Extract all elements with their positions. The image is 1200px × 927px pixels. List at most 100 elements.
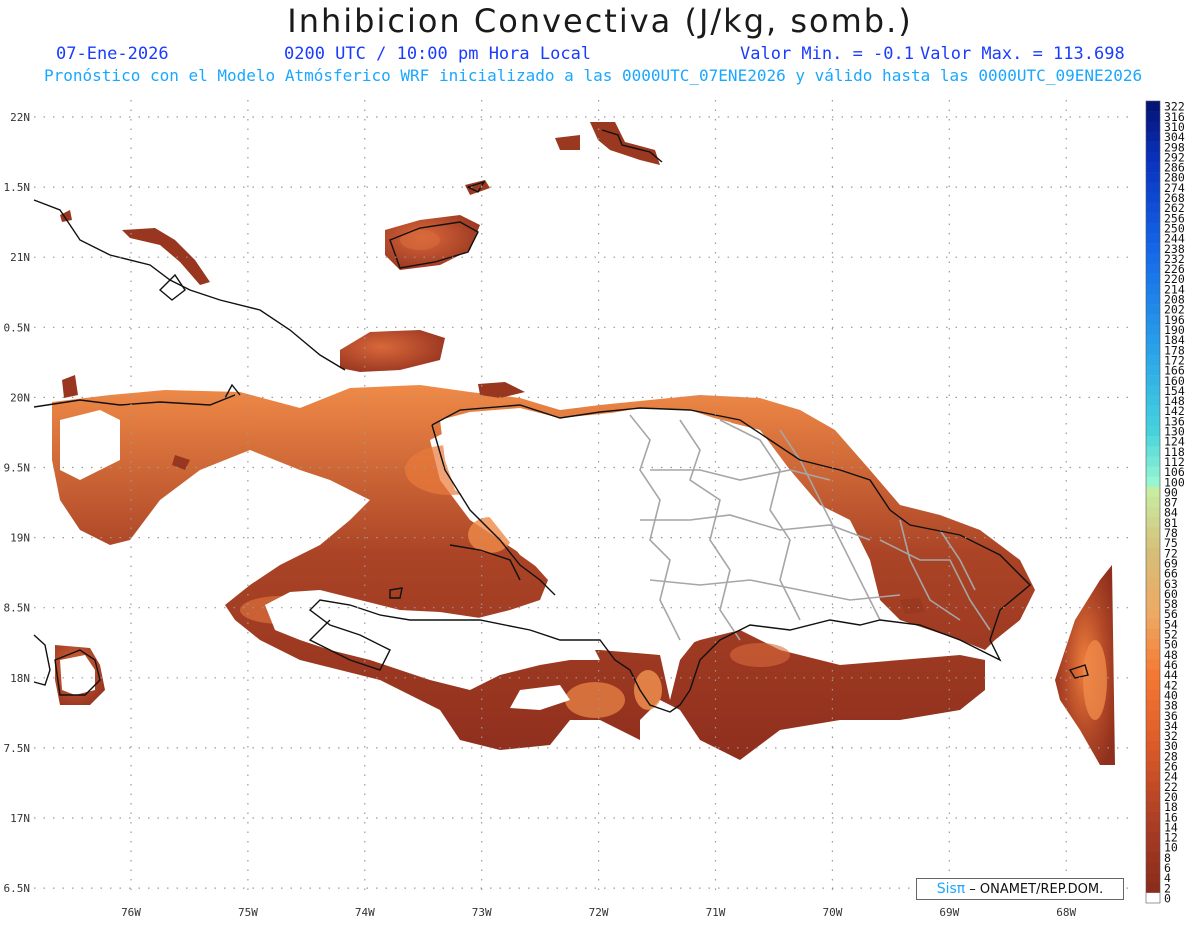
- credit-org: – ONAMET/REP.DOM.: [969, 881, 1104, 897]
- colorbar-swatch: [1146, 811, 1160, 823]
- colorbar-swatch: [1146, 304, 1160, 315]
- colorbar-swatch: [1146, 121, 1160, 132]
- colorbar-swatch: [1146, 232, 1160, 244]
- latitude-label: 18N: [10, 672, 30, 685]
- colorbar-swatch: [1146, 364, 1160, 376]
- colorbar-swatch: [1146, 679, 1160, 691]
- latitude-label: 6.5N: [4, 882, 31, 895]
- map-figure: 76W 75W 74W 73W 72W 71W 70W 69W 68W 22N 1.5N 21N 0.…: [4, 100, 1185, 919]
- colorbar-swatch: [1146, 141, 1160, 153]
- colorbar-swatch: [1146, 517, 1160, 528]
- colorbar-swatch: [1146, 699, 1160, 711]
- colorbar-swatch: [1146, 578, 1160, 589]
- colorbar-swatch: [1146, 689, 1160, 701]
- colorbar-swatch: [1146, 243, 1160, 254]
- longitude-label: 72W: [589, 906, 609, 919]
- colorbar-swatch: [1146, 354, 1160, 366]
- colorbar-label: 0: [1164, 892, 1171, 906]
- latitude-labels: 22N 1.5N 21N 0.5N 20N 9.5N 19N 8.5N 18N 7.5N 17N 6.…: [4, 111, 31, 895]
- colorbar-swatch: [1146, 273, 1160, 285]
- latitude-label: 7.5N: [4, 742, 31, 755]
- colorbar-swatch: [1146, 557, 1160, 569]
- colorbar-swatch: [1146, 882, 1160, 894]
- colorbar-swatch: [1146, 385, 1160, 396]
- colorbar-swatch: [1146, 852, 1160, 863]
- colorbar-swatch: [1146, 476, 1160, 488]
- colorbar-swatch: [1146, 151, 1160, 163]
- colorbar-swatch: [1146, 567, 1160, 579]
- colorbar-swatch: [1146, 375, 1160, 386]
- colorbar-swatch: [1146, 466, 1160, 477]
- colorbar-swatch: [1146, 507, 1160, 518]
- colorbar-swatch: [1146, 730, 1160, 741]
- longitude-labels: 76W 75W 74W 73W 72W 71W 70W 69W 68W: [121, 906, 1076, 919]
- colorbar-swatch: [1146, 598, 1160, 609]
- colorbar-swatch: [1146, 202, 1160, 213]
- colorbar-swatch: [1146, 314, 1160, 325]
- colorbar-swatch: [1146, 344, 1160, 356]
- latitude-label: 17N: [10, 812, 30, 825]
- colorbar-swatch: [1146, 801, 1160, 812]
- longitude-label: 70W: [822, 906, 842, 919]
- colorbar-swatch: [1146, 791, 1160, 802]
- colorbar-swatch: [1146, 760, 1160, 772]
- colorbar-swatch: [1146, 547, 1160, 559]
- longitude-label: 75W: [238, 906, 258, 919]
- latitude-label: 22N: [10, 111, 30, 124]
- longitude-label: 74W: [355, 906, 375, 919]
- colorbar-swatch: [1146, 618, 1160, 630]
- colorbar-swatch: [1146, 862, 1160, 873]
- colorbar-swatch: [1146, 283, 1160, 295]
- colorbar-swatch: [1146, 172, 1160, 183]
- colorbar-swatch: [1146, 527, 1160, 538]
- colorbar-swatch: [1146, 415, 1160, 427]
- colorbar-swatch: [1146, 334, 1160, 345]
- latitude-label: 21N: [10, 251, 30, 264]
- colorbar-swatch: [1146, 131, 1160, 142]
- colorbar-swatch: [1146, 608, 1160, 620]
- colorbar-swatch: [1146, 405, 1160, 417]
- colorbar-swatch: [1146, 111, 1160, 122]
- colorbar-swatch: [1146, 872, 1160, 883]
- colorbar-swatch: [1146, 456, 1160, 467]
- longitude-label: 71W: [706, 906, 726, 919]
- colorbar-swatch: [1146, 537, 1160, 548]
- longitude-label: 69W: [939, 906, 959, 919]
- colorbar-swatch: [1146, 628, 1160, 640]
- colorbar-swatch: [1146, 649, 1160, 660]
- colorbar-swatch: [1146, 659, 1160, 670]
- colorbar-swatch: [1146, 750, 1160, 762]
- colorbar-swatch: [1146, 892, 1160, 904]
- latitude-label: 8.5N: [4, 602, 31, 615]
- latitude-label: 19N: [10, 532, 30, 545]
- colorbar-swatch: [1146, 212, 1160, 224]
- colorbar-swatch: [1146, 253, 1160, 264]
- credit-brand: Sisπ: [936, 881, 966, 897]
- colorbar-swatch: [1146, 771, 1160, 782]
- colorbar-swatch: [1146, 222, 1160, 234]
- colorbar-swatch: [1146, 821, 1160, 833]
- colorbar-swatch: [1146, 588, 1160, 599]
- colorbar-swatch: [1146, 263, 1160, 274]
- longitude-label: 68W: [1056, 906, 1076, 919]
- colorbar-swatch: [1146, 781, 1160, 792]
- latitude-label: 9.5N: [4, 462, 31, 475]
- colorbar-swatch: [1146, 293, 1160, 305]
- colorbar-swatch: [1146, 436, 1160, 447]
- latitude-label: 20N: [10, 391, 30, 404]
- colorbar-swatch: [1146, 831, 1160, 843]
- colorbar-swatch: [1146, 496, 1160, 508]
- colorbar-swatch: [1146, 161, 1160, 173]
- colorbar-swatch: [1146, 842, 1160, 853]
- colorbar-swatch: [1146, 395, 1160, 406]
- colorbar-swatch: [1146, 101, 1160, 112]
- colorbar-swatch: [1146, 669, 1160, 680]
- colorbar-swatch: [1146, 425, 1160, 437]
- credit-box: Sisπ – ONAMET/REP.DOM.: [916, 878, 1124, 900]
- colorbar-swatch: [1146, 720, 1160, 731]
- colorbar-swatch: [1146, 639, 1160, 650]
- colorbar-swatch: [1146, 446, 1160, 457]
- colorbar-swatch: [1146, 486, 1160, 498]
- colorbar: 3223163103042982922862802742682622562502…: [1145, 100, 1185, 906]
- latitude-label: 1.5N: [4, 181, 31, 194]
